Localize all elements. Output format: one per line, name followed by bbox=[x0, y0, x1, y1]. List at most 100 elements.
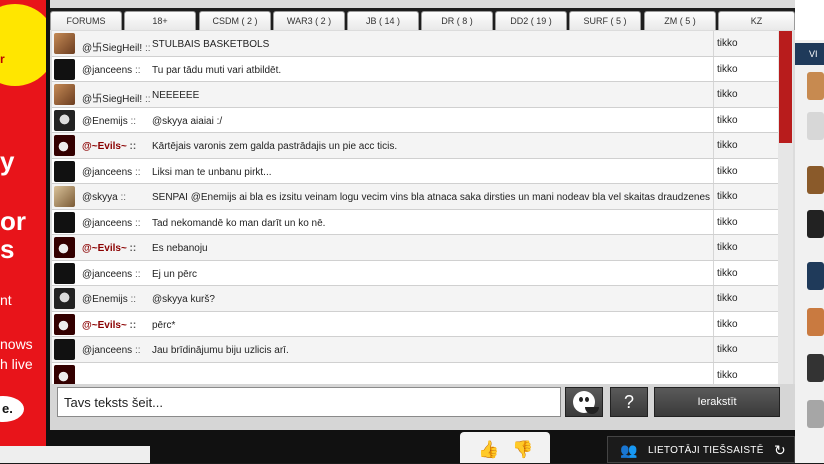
tab-forums[interactable]: FORUMS bbox=[50, 11, 122, 30]
message-username[interactable]: @janceens :: bbox=[82, 269, 141, 280]
username-text: @卐SiegHeil! bbox=[82, 43, 143, 54]
avatar[interactable] bbox=[54, 364, 75, 384]
avatar[interactable] bbox=[54, 211, 75, 233]
bottom-left-toolbar[interactable] bbox=[0, 446, 150, 463]
message-text: @skyya aiaiai :/ bbox=[152, 115, 223, 127]
message-username[interactable]: @~Evils~ :: bbox=[82, 141, 136, 152]
column-divider bbox=[713, 158, 714, 183]
column-divider bbox=[713, 362, 714, 384]
tab-dr[interactable]: DR ( 8 ) bbox=[421, 11, 493, 30]
avatar[interactable] bbox=[54, 288, 75, 309]
username-text: @janceens bbox=[82, 345, 133, 356]
message-timestamp: tikko bbox=[717, 114, 738, 126]
avatar[interactable] bbox=[54, 160, 75, 182]
tab-csdm[interactable]: CSDM ( 2 ) bbox=[199, 11, 271, 30]
avatar[interactable] bbox=[54, 313, 75, 335]
message-text: SENPAI @Enemijs ai bla es izsitu veinam … bbox=[152, 192, 711, 203]
column-divider bbox=[713, 184, 714, 209]
users-icon: 👥 bbox=[620, 442, 638, 458]
emoji-button[interactable] bbox=[565, 387, 603, 417]
user-thumbnail[interactable] bbox=[807, 354, 824, 382]
thumbs-up-icon[interactable]: 👍 bbox=[478, 440, 499, 460]
message-username[interactable]: @janceens :: bbox=[82, 345, 141, 356]
message-username[interactable]: @Enemijs :: bbox=[82, 116, 136, 127]
username-separator: :: bbox=[132, 217, 141, 229]
online-users-button[interactable]: 👥 LIETOTĀJI TIEŠSAISTĒ ↻ bbox=[607, 436, 795, 463]
user-thumbnail[interactable] bbox=[807, 308, 824, 336]
tab-kz[interactable]: KZ bbox=[718, 11, 795, 30]
username-separator: :: bbox=[126, 243, 137, 254]
scrollbar-thumb[interactable] bbox=[779, 31, 792, 143]
avatar[interactable] bbox=[54, 58, 75, 80]
message-scrollbar[interactable] bbox=[778, 31, 793, 384]
user-thumbnail[interactable] bbox=[807, 72, 824, 100]
tab-18plus[interactable]: 18+ bbox=[124, 11, 196, 30]
thumbs-down-icon[interactable]: 👎 bbox=[512, 440, 533, 460]
user-thumbnail[interactable] bbox=[807, 112, 824, 140]
user-thumbnail[interactable] bbox=[807, 400, 824, 428]
message-row: @janceens :: Liksi man te unbanu pirkt...… bbox=[52, 158, 778, 184]
avatar[interactable] bbox=[54, 186, 75, 207]
right-sidebar-top bbox=[795, 0, 824, 40]
tab-jb[interactable]: JB ( 14 ) bbox=[347, 11, 419, 30]
message-row: @Enemijs :: @skyya aiaiai :/ tikko bbox=[52, 107, 778, 133]
username-separator: :: bbox=[126, 319, 137, 331]
username-separator: :: bbox=[127, 115, 137, 127]
message-username[interactable]: @Enemijs :: bbox=[82, 294, 136, 305]
avatar[interactable] bbox=[54, 33, 75, 54]
message-row: @卐SiegHeil! :: STULBAIS BASKETBOLS tikko bbox=[52, 31, 778, 57]
tab-surf[interactable]: SURF ( 5 ) bbox=[569, 11, 641, 30]
bottom-bar: 👍 👎 👥 LIETOTĀJI TIEŠSAISTĒ ↻ bbox=[50, 430, 795, 463]
avatar[interactable] bbox=[54, 237, 75, 258]
submit-button[interactable]: Ierakstīt bbox=[654, 387, 780, 417]
message-text: NEEEEEE bbox=[152, 90, 200, 101]
user-thumbnail[interactable] bbox=[807, 210, 824, 238]
tab-war3[interactable]: WAR3 ( 2 ) bbox=[273, 11, 345, 30]
username-text: @Enemijs bbox=[82, 115, 128, 127]
column-divider bbox=[713, 209, 714, 234]
username-text: @Enemijs bbox=[82, 294, 128, 305]
message-username[interactable]: @卐SiegHeil! :: bbox=[82, 39, 151, 54]
avatar[interactable] bbox=[54, 262, 75, 284]
message-username[interactable]: @~Evils~ :: bbox=[82, 243, 136, 254]
message-row: @janceens :: Jau brīdinājumu biju uzlicis… bbox=[52, 337, 778, 363]
avatar[interactable] bbox=[54, 135, 75, 156]
username-text: @janceens bbox=[82, 217, 133, 229]
help-button[interactable]: ? bbox=[610, 387, 648, 417]
message-timestamp: tikko bbox=[717, 191, 738, 202]
column-divider bbox=[713, 31, 714, 56]
message-text: Es nebanoju bbox=[152, 243, 208, 254]
tab-zm[interactable]: ZM ( 5 ) bbox=[644, 11, 716, 30]
message-username[interactable]: @janceens :: bbox=[82, 218, 141, 229]
left-advertisement[interactable]: r y or s nt nows h live e. bbox=[0, 0, 46, 463]
message-username[interactable]: @janceens :: bbox=[82, 167, 141, 178]
avatar[interactable] bbox=[54, 84, 75, 105]
column-divider bbox=[713, 286, 714, 311]
column-divider bbox=[713, 337, 714, 362]
message-timestamp: tikko bbox=[717, 318, 738, 330]
avatar[interactable] bbox=[54, 109, 75, 131]
user-thumbnail[interactable] bbox=[807, 166, 824, 194]
refresh-icon[interactable]: ↻ bbox=[774, 437, 786, 464]
message-username[interactable]: @卐SiegHeil! :: bbox=[82, 90, 151, 105]
message-timestamp: tikko bbox=[717, 38, 738, 49]
ad-text-line: nows bbox=[0, 336, 33, 352]
message-username[interactable]: @skyya :: bbox=[82, 192, 126, 203]
avatar[interactable] bbox=[54, 339, 75, 360]
message-username[interactable]: @~Evils~ :: bbox=[82, 320, 136, 331]
tab-dd2[interactable]: DD2 ( 19 ) bbox=[495, 11, 567, 30]
column-divider bbox=[713, 260, 714, 285]
username-text: @janceens bbox=[82, 268, 133, 280]
user-thumbnail[interactable] bbox=[807, 262, 824, 290]
message-input[interactable] bbox=[57, 387, 561, 417]
username-separator: :: bbox=[142, 43, 151, 54]
message-timestamp: tikko bbox=[717, 63, 738, 75]
username-text: @~Evils~ bbox=[82, 141, 127, 152]
message-username[interactable]: @janceens :: bbox=[82, 65, 141, 76]
message-list[interactable]: @卐SiegHeil! :: STULBAIS BASKETBOLS tikko@j… bbox=[52, 31, 778, 384]
ad-text-line: y bbox=[0, 146, 15, 176]
message-text: Liksi man te unbanu pirkt... bbox=[152, 166, 272, 178]
right-sidebar-header[interactable]: VI bbox=[795, 43, 824, 65]
column-divider bbox=[713, 56, 714, 81]
ad-badge-text: e. bbox=[2, 401, 13, 416]
